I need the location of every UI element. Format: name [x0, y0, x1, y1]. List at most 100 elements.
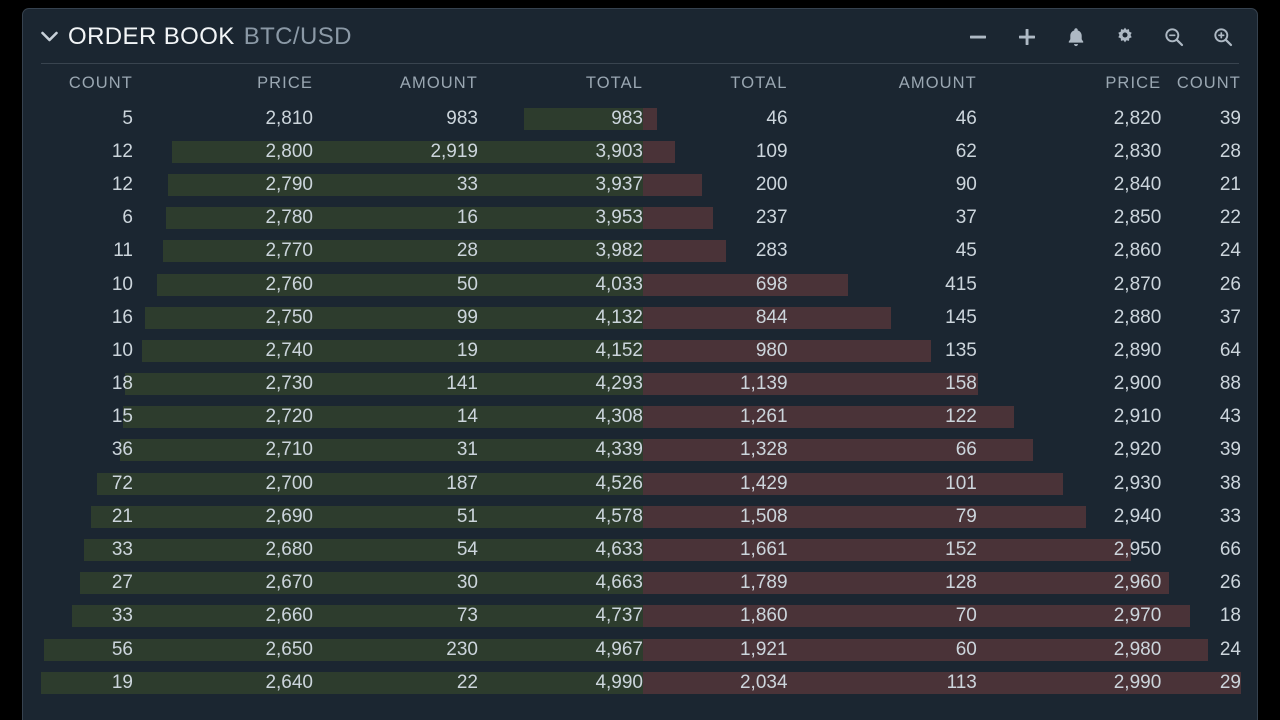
bid-cell-price: 2,750 — [265, 306, 313, 328]
table-row[interactable]: 72 2,700 187 4,526 1,429 101 2,930 38 — [23, 467, 1257, 500]
ask-cell-count: 29 — [1219, 671, 1241, 693]
ask-row[interactable]: 200 90 2,840 21 — [643, 173, 1241, 196]
ask-cell-amount: 60 — [955, 638, 977, 660]
bid-row[interactable]: 16 2,750 99 4,132 — [41, 306, 643, 329]
bid-row[interactable]: 56 2,650 230 4,967 — [41, 638, 643, 661]
bid-cell-amount: 99 — [456, 306, 478, 328]
ask-cell-count: 39 — [1219, 439, 1241, 461]
chevron-down-icon[interactable] — [39, 27, 59, 47]
table-row[interactable]: 27 2,670 30 4,663 1,789 128 2,960 26 — [23, 567, 1257, 600]
bid-row[interactable]: 33 2,660 73 4,737 — [41, 605, 643, 628]
bid-row[interactable]: 21 2,690 51 4,578 — [41, 505, 643, 528]
table-row[interactable]: 12 2,800 2,919 3,903 109 62 2,830 28 — [23, 135, 1257, 168]
bid-row[interactable]: 33 2,680 54 4,633 — [41, 539, 643, 562]
ask-row[interactable]: 283 45 2,860 24 — [643, 240, 1241, 263]
bell-icon[interactable] — [1063, 24, 1089, 50]
minus-icon[interactable] — [965, 24, 991, 50]
table-row[interactable]: 11 2,770 28 3,982 283 45 2,860 24 — [23, 235, 1257, 268]
ask-cell-total: 1,261 — [739, 406, 788, 428]
bid-cell-total: 4,152 — [595, 339, 643, 361]
ask-row[interactable]: 46 46 2,820 39 — [643, 107, 1241, 130]
ask-row[interactable]: 698 415 2,870 26 — [643, 273, 1241, 296]
column-header-ask-amount[interactable]: AMOUNT — [788, 74, 977, 93]
bid-row[interactable]: 15 2,720 14 4,308 — [41, 406, 643, 429]
table-row[interactable]: 12 2,790 33 3,937 200 90 2,840 21 — [23, 168, 1257, 201]
column-header-ask-price[interactable]: PRICE — [977, 74, 1161, 93]
bid-row[interactable]: 27 2,670 30 4,663 — [41, 572, 643, 595]
table-row[interactable]: 5 2,810 983 983 46 46 2,820 39 — [23, 102, 1257, 135]
gear-icon[interactable] — [1112, 24, 1138, 50]
table-row[interactable]: 33 2,660 73 4,737 1,860 70 2,970 18 — [23, 600, 1257, 633]
bid-row[interactable]: 11 2,770 28 3,982 — [41, 240, 643, 263]
bid-cell-amount: 54 — [456, 539, 478, 561]
ask-cell-price: 2,960 — [1113, 572, 1162, 594]
magnifier-plus-icon[interactable] — [1210, 24, 1236, 50]
ask-row[interactable]: 1,261 122 2,910 43 — [643, 406, 1241, 429]
bid-row[interactable]: 6 2,780 16 3,953 — [41, 207, 643, 230]
bid-row[interactable]: 72 2,700 187 4,526 — [41, 472, 643, 495]
ask-cell-price: 2,980 — [1113, 638, 1162, 660]
bid-row[interactable]: 12 2,800 2,919 3,903 — [41, 140, 643, 163]
ask-cell-count: 21 — [1219, 173, 1241, 195]
column-header-ask-count[interactable]: COUNT — [1161, 74, 1241, 93]
bid-cell-amount: 31 — [456, 439, 478, 461]
bid-column-headers: COUNT PRICE AMOUNT TOTAL — [41, 74, 643, 93]
column-header-bid-price[interactable]: PRICE — [133, 74, 313, 93]
table-row[interactable]: 10 2,760 50 4,033 698 415 2,870 26 — [23, 268, 1257, 301]
column-header-ask-total[interactable]: TOTAL — [643, 74, 788, 93]
column-header-bid-total[interactable]: TOTAL — [478, 74, 643, 93]
table-row[interactable]: 15 2,720 14 4,308 1,261 122 2,910 43 — [23, 401, 1257, 434]
bid-cell-total: 4,737 — [595, 605, 643, 627]
ask-row[interactable]: 1,860 70 2,970 18 — [643, 605, 1241, 628]
table-row[interactable]: 21 2,690 51 4,578 1,508 79 2,940 33 — [23, 500, 1257, 533]
bid-row[interactable]: 36 2,710 31 4,339 — [41, 439, 643, 462]
ask-row[interactable]: 1,508 79 2,940 33 — [643, 505, 1241, 528]
table-row[interactable]: 6 2,780 16 3,953 237 37 2,850 22 — [23, 202, 1257, 235]
ask-row[interactable]: 1,328 66 2,920 39 — [643, 439, 1241, 462]
bid-row[interactable]: 19 2,640 22 4,990 — [41, 671, 643, 694]
bid-row[interactable]: 18 2,730 141 4,293 — [41, 373, 643, 396]
bid-cell-price: 2,660 — [265, 605, 313, 627]
ask-cell-total: 237 — [755, 207, 788, 229]
bid-row[interactable]: 10 2,760 50 4,033 — [41, 273, 643, 296]
bid-cell-count: 10 — [111, 273, 133, 295]
ask-row[interactable]: 1,139 158 2,900 88 — [643, 373, 1241, 396]
plus-icon[interactable] — [1014, 24, 1040, 50]
ask-cell-amount: 415 — [945, 273, 977, 295]
bid-cell-price: 2,740 — [265, 339, 313, 361]
ask-row[interactable]: 980 135 2,890 64 — [643, 339, 1241, 362]
bid-row[interactable]: 12 2,790 33 3,937 — [41, 173, 643, 196]
ask-cell-amount: 152 — [945, 539, 977, 561]
table-row[interactable]: 10 2,740 19 4,152 980 135 2,890 64 — [23, 334, 1257, 367]
table-row[interactable]: 36 2,710 31 4,339 1,328 66 2,920 39 — [23, 434, 1257, 467]
column-header-bid-count[interactable]: COUNT — [41, 74, 133, 93]
bid-cell-amount: 19 — [456, 339, 478, 361]
ask-row[interactable]: 1,661 152 2,950 66 — [643, 539, 1241, 562]
bid-row[interactable]: 10 2,740 19 4,152 — [41, 339, 643, 362]
ask-row[interactable]: 2,034 113 2,990 29 — [643, 671, 1241, 694]
column-header-bid-amount[interactable]: AMOUNT — [313, 74, 478, 93]
table-row[interactable]: 16 2,750 99 4,132 844 145 2,880 37 — [23, 301, 1257, 334]
bid-cell-price: 2,810 — [265, 107, 313, 129]
ask-cell-price: 2,990 — [1113, 671, 1162, 693]
table-row[interactable]: 33 2,680 54 4,633 1,661 152 2,950 66 — [23, 533, 1257, 566]
bid-cell-count: 12 — [111, 173, 133, 195]
bid-cell-count: 15 — [111, 406, 133, 428]
ask-row[interactable]: 844 145 2,880 37 — [643, 306, 1241, 329]
table-row[interactable]: 56 2,650 230 4,967 1,921 60 2,980 24 — [23, 633, 1257, 666]
table-row[interactable]: 19 2,640 22 4,990 2,034 113 2,990 29 — [23, 666, 1257, 699]
ask-row[interactable]: 109 62 2,830 28 — [643, 140, 1241, 163]
ask-row[interactable]: 1,789 128 2,960 26 — [643, 572, 1241, 595]
bid-cell-count: 36 — [111, 439, 133, 461]
magnifier-minus-icon[interactable] — [1161, 24, 1187, 50]
bid-cell-amount: 141 — [446, 373, 478, 395]
bid-cell-price: 2,790 — [265, 173, 313, 195]
table-row[interactable]: 18 2,730 141 4,293 1,139 158 2,900 88 — [23, 368, 1257, 401]
bid-row[interactable]: 5 2,810 983 983 — [41, 107, 643, 130]
ask-row[interactable]: 1,429 101 2,930 38 — [643, 472, 1241, 495]
ask-cell-total: 1,921 — [739, 638, 788, 660]
ask-row[interactable]: 1,921 60 2,980 24 — [643, 638, 1241, 661]
ask-row[interactable]: 237 37 2,850 22 — [643, 207, 1241, 230]
bid-cell-total: 4,578 — [595, 505, 643, 527]
ask-cell-total: 46 — [766, 107, 788, 129]
